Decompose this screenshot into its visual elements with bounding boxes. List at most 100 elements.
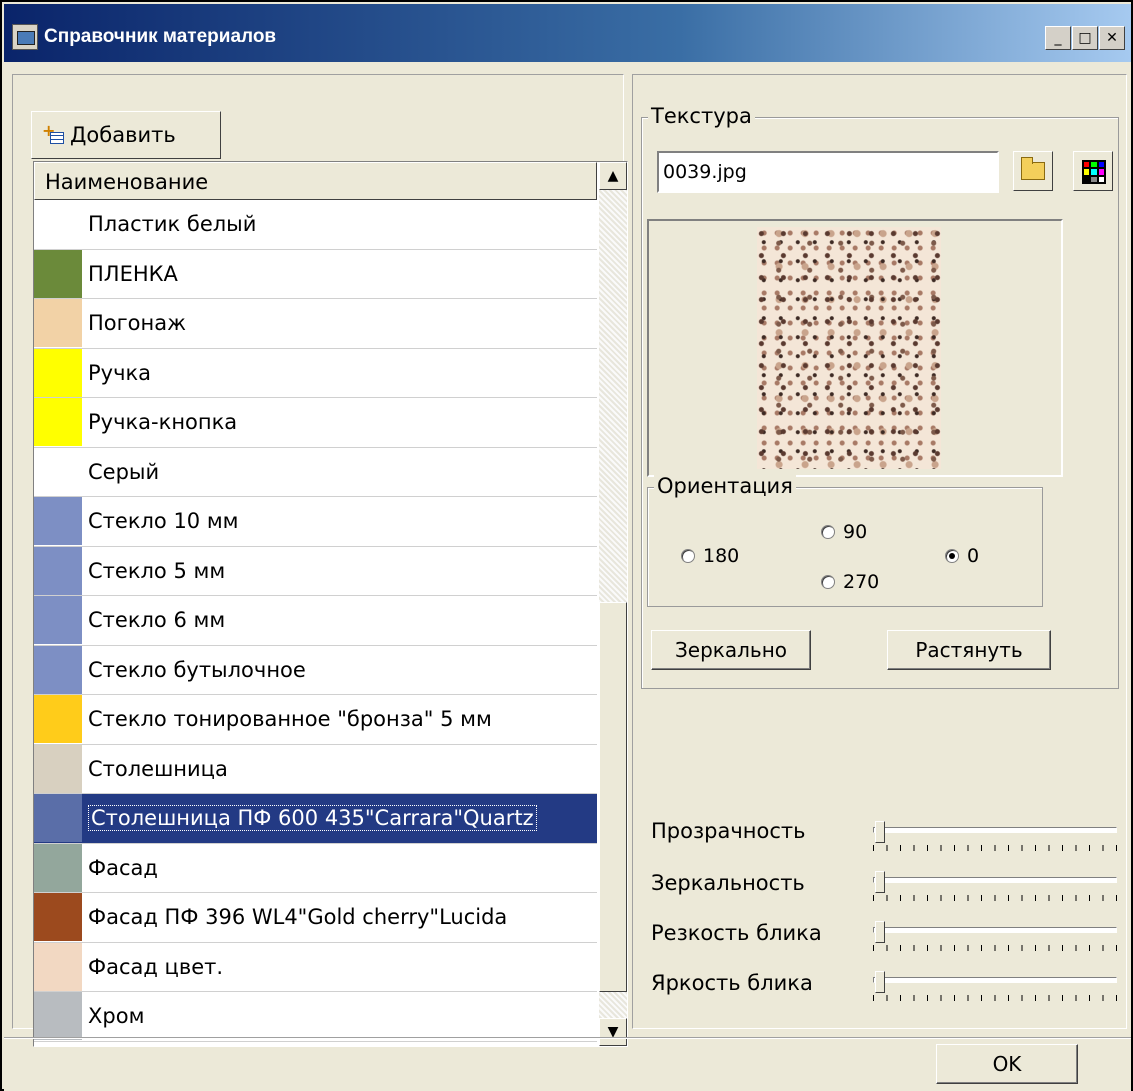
material-swatch [34, 893, 82, 942]
orientation-0-label: 0 [967, 545, 980, 567]
radio-circle-icon [821, 525, 835, 539]
orientation-legend: Ориентация [654, 474, 796, 498]
list-item[interactable]: Погонаж [34, 299, 597, 349]
open-folder-icon [1021, 157, 1045, 180]
list-item[interactable]: Ручка-кнопка [34, 398, 597, 448]
materials-rows: Пластик белый ПЛЕНКА Погонаж Ручка Ручка-кно… [34, 200, 597, 1042]
materials-pane: + Добавить Наименование Пластик белый ПЛЕ… [12, 74, 628, 1047]
scroll-down-button[interactable]: ▼ [599, 1018, 627, 1046]
orientation-180-radio[interactable]: 180 [681, 545, 739, 567]
highlight-brightness-slider[interactable] [873, 971, 1117, 1001]
list-item[interactable]: Столешница [34, 744, 597, 794]
orientation-270-label: 270 [843, 571, 880, 593]
material-name: Стекло 5 мм [88, 558, 226, 583]
list-item[interactable]: Стекло бутылочное [34, 645, 597, 695]
material-swatch [34, 744, 82, 793]
slider-thumb[interactable] [875, 871, 885, 893]
list-item[interactable]: Стекло 6 мм [34, 596, 597, 646]
material-name: Фасад [88, 855, 158, 880]
material-name: Погонаж [88, 311, 187, 336]
material-name: Хром [88, 1004, 145, 1029]
list-item[interactable]: Фасад [34, 843, 597, 893]
open-file-button[interactable] [1013, 151, 1053, 191]
reflectivity-slider[interactable] [873, 871, 1117, 901]
radio-circle-icon [681, 549, 695, 563]
maximize-button[interactable]: □ [1072, 26, 1098, 50]
list-item[interactable]: Столешница ПФ 600 435"Carrara"Quartz [34, 794, 597, 844]
material-swatch [34, 794, 82, 843]
material-name: Столешница [88, 756, 228, 781]
list-item[interactable]: Пластик белый [34, 200, 597, 250]
orientation-0-radio[interactable]: 0 [945, 545, 979, 567]
close-button[interactable]: ✕ [1099, 26, 1125, 50]
texture-image [757, 227, 941, 469]
highlight-sharpness-label: Резкость блика [651, 921, 822, 945]
list-item[interactable]: Ручка [34, 348, 597, 398]
materials-list[interactable]: Наименование Пластик белый ПЛЕНКА Погонаж Р… [33, 161, 628, 1047]
transparency-slider[interactable] [873, 821, 1117, 851]
list-item[interactable]: Хром [34, 992, 597, 1042]
material-name: Стекло бутылочное [88, 657, 306, 682]
material-swatch [34, 447, 82, 496]
slider-thumb[interactable] [875, 921, 885, 943]
add-button-label: Добавить [70, 123, 176, 147]
texture-legend: Текстура [648, 104, 755, 128]
material-name: Ручка [88, 360, 152, 385]
material-swatch [34, 695, 82, 744]
list-item[interactable]: Стекло 10 мм [34, 497, 597, 547]
window-title: Справочник материалов [44, 26, 277, 47]
scroll-up-button[interactable]: ▲ [599, 162, 627, 190]
footer-separator [4, 1037, 1131, 1039]
scroll-thumb[interactable] [599, 602, 627, 992]
minimize-button[interactable]: _ [1045, 26, 1071, 50]
material-name: Фасад ПФ 396 WL4"Gold cherry"Lucida [88, 905, 508, 930]
orientation-90-radio[interactable]: 90 [821, 521, 867, 543]
list-item[interactable]: Фасад цвет. [34, 942, 597, 992]
material-swatch [34, 249, 82, 298]
orientation-90-label: 90 [843, 521, 868, 543]
list-item[interactable]: ПЛЕНКА [34, 249, 597, 299]
list-item[interactable]: Серый [34, 447, 597, 497]
material-name: Столешница ПФ 600 435"Carrara"Quartz [88, 805, 537, 832]
material-name: Стекло тонированное "бронза" 5 мм [88, 707, 492, 732]
texture-preview [647, 219, 1063, 477]
stretch-button[interactable]: Растянуть [887, 630, 1051, 670]
material-name: Стекло 10 мм [88, 509, 239, 534]
texture-file-input[interactable]: 0039.jpg [657, 151, 999, 193]
mirror-button[interactable]: Зеркально [651, 630, 811, 670]
highlight-sharpness-slider[interactable] [873, 921, 1117, 951]
highlight-brightness-label: Яркость блика [651, 971, 813, 995]
title-bar[interactable]: Справочник материалов _ □ ✕ [4, 4, 1131, 62]
materials-dialog: Справочник материалов _ □ ✕ + Добавить Н… [0, 0, 1133, 1091]
material-name: Ручка-кнопка [88, 410, 238, 435]
orientation-180-label: 180 [703, 545, 740, 567]
material-name: ПЛЕНКА [88, 261, 178, 286]
add-button[interactable]: + Добавить [31, 111, 221, 159]
transparency-label: Прозрачность [651, 819, 806, 843]
properties-pane: Текстура 0039.jpg Ориентация 180 90 270 … [632, 74, 1127, 1029]
column-header-name[interactable]: Наименование [34, 162, 597, 200]
material-swatch [34, 200, 82, 249]
slider-thumb[interactable] [875, 971, 885, 993]
list-item[interactable]: Стекло 5 мм [34, 546, 597, 596]
material-swatch [34, 843, 82, 892]
color-palette-icon [1082, 160, 1106, 184]
list-item[interactable]: Стекло тонированное "бронза" 5 мм [34, 695, 597, 745]
material-name: Стекло 6 мм [88, 608, 226, 633]
add-table-icon: + [42, 123, 64, 145]
material-swatch [34, 348, 82, 397]
color-palette-button[interactable] [1073, 151, 1113, 191]
orientation-270-radio[interactable]: 270 [821, 571, 879, 593]
material-swatch [34, 546, 82, 595]
dialog-client: + Добавить Наименование Пластик белый ПЛЕ… [4, 62, 1131, 1091]
material-name: Серый [88, 459, 160, 484]
material-swatch [34, 299, 82, 348]
material-swatch [34, 596, 82, 645]
material-swatch [34, 992, 82, 1041]
ok-button[interactable]: OK [936, 1044, 1078, 1084]
slider-thumb[interactable] [875, 821, 885, 843]
list-item[interactable]: Фасад ПФ 396 WL4"Gold cherry"Lucida [34, 893, 597, 943]
reflectivity-label: Зеркальность [651, 871, 805, 895]
material-name: Пластик белый [88, 212, 257, 237]
vertical-scrollbar[interactable]: ▲ ▼ [599, 162, 627, 1046]
